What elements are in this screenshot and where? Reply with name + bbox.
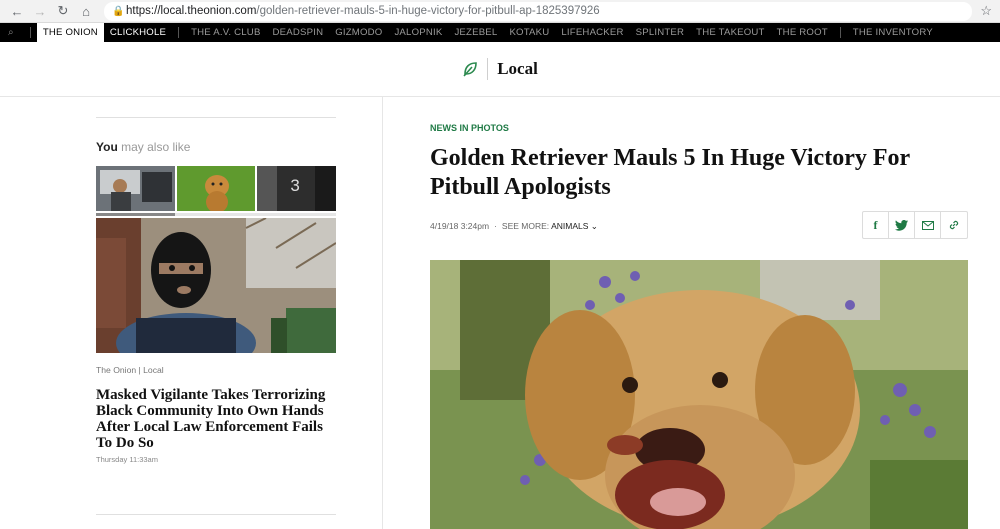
network-link-gizmodo[interactable]: GIZMODO xyxy=(329,27,388,38)
chevron-down-icon: ⌄ xyxy=(590,221,598,231)
featured-story-image[interactable] xyxy=(96,218,336,353)
article-meta-row: 4/19/18 3:24pm · See More: Animals ⌄ f xyxy=(430,211,970,244)
logo-divider xyxy=(487,58,489,80)
url-host: https://local.theonion.com xyxy=(126,5,257,17)
url-path: /golden-retriever-mauls-5-in-huge-victor… xyxy=(256,5,600,17)
meta-separator: · xyxy=(494,221,497,231)
sidebar: You may also like 3 The Onion | Local Ma… xyxy=(0,97,383,529)
featured-story-title[interactable]: Masked Vigilante Takes Terrorizing Black… xyxy=(96,387,336,451)
carousel-progress-fill xyxy=(96,213,176,216)
facebook-icon[interactable]: f xyxy=(863,212,889,238)
thumbnail-number: 3 xyxy=(290,176,300,195)
article-timestamp[interactable]: 4/19/18 3:24pm xyxy=(430,221,489,231)
network-link-kotaku[interactable]: KOTAKU xyxy=(503,27,555,38)
reload-icon[interactable]: ↻ xyxy=(54,2,72,20)
network-link-clickhole[interactable]: CLICKHOLE xyxy=(104,27,172,38)
thumbnail-dog[interactable] xyxy=(176,166,256,211)
article: News in Photos Golden Retriever Mauls 5 … xyxy=(430,97,970,529)
carousel-thumbnails: 3 xyxy=(96,166,337,211)
home-icon[interactable]: ⌂ xyxy=(77,2,95,20)
network-link-splinter[interactable]: SPLINTER xyxy=(630,27,691,38)
twitter-icon[interactable] xyxy=(889,212,915,238)
network-link-jezebel[interactable]: JEZEBEL xyxy=(448,27,503,38)
email-icon[interactable] xyxy=(915,212,941,238)
article-headline: Golden Retriever Mauls 5 In Huge Victory… xyxy=(430,145,910,200)
article-meta: 4/19/18 3:24pm · See More: Animals ⌄ xyxy=(430,221,598,232)
bookmark-star-icon[interactable]: ☆ xyxy=(980,3,992,19)
thumbnail-car[interactable] xyxy=(96,166,175,211)
divider xyxy=(96,514,336,515)
divider xyxy=(29,27,31,38)
back-icon[interactable]: ← xyxy=(8,2,26,20)
network-bar: ⌕ THE ONION CLICKHOLE THE A.V. CLUB DEAD… xyxy=(0,23,1000,42)
story-source[interactable]: The Onion | Local xyxy=(96,365,336,375)
see-more-label: See More: xyxy=(501,221,550,231)
section-logo-text[interactable]: Local xyxy=(497,59,538,79)
divider xyxy=(839,27,841,38)
article-kicker[interactable]: News in Photos xyxy=(430,123,970,133)
thumbnail-dark[interactable]: 3 xyxy=(257,166,337,211)
network-link-deadspin[interactable]: DEADSPIN xyxy=(267,27,330,38)
network-link-the-root[interactable]: THE ROOT xyxy=(771,27,834,38)
network-link-the-takeout[interactable]: THE TAKEOUT xyxy=(690,27,770,38)
recommendations-module: You may also like 3 The Onion | Local Ma… xyxy=(96,117,337,464)
divider xyxy=(96,117,336,118)
link-icon[interactable] xyxy=(941,212,967,238)
browser-toolbar: ← → ↻ ⌂ 🔒 https://local.theonion.com/gol… xyxy=(0,0,1000,23)
network-link-the-onion[interactable]: THE ONION xyxy=(36,23,104,42)
leaf-logo-icon[interactable] xyxy=(462,61,478,77)
forward-icon[interactable]: → xyxy=(31,2,49,20)
network-link-the-inventory[interactable]: THE INVENTORY xyxy=(847,27,939,38)
lock-icon: 🔒 xyxy=(112,5,125,17)
network-link-av-club[interactable]: THE A.V. CLUB xyxy=(185,27,266,38)
carousel-progress-bar[interactable] xyxy=(96,213,336,216)
divider xyxy=(178,27,180,38)
address-bar[interactable]: 🔒 https://local.theonion.com/golden-retr… xyxy=(104,1,973,21)
network-link-lifehacker[interactable]: LIFEHACKER xyxy=(555,27,629,38)
search-icon[interactable]: ⌕ xyxy=(8,27,14,38)
category-dropdown[interactable]: Animals ⌄ xyxy=(551,221,598,231)
may-also-like-bold: You xyxy=(96,140,118,154)
may-also-like-text: may also like xyxy=(121,140,191,154)
category-label: Animals xyxy=(551,221,589,231)
site-header: Local xyxy=(0,42,1000,97)
featured-story-time: Thursday 11:33am xyxy=(96,455,158,464)
page-content: You may also like 3 The Onion | Local Ma… xyxy=(0,97,1000,529)
share-tools: f xyxy=(862,211,968,239)
article-hero-image[interactable] xyxy=(430,260,968,529)
may-also-like-heading: You may also like xyxy=(96,140,336,154)
network-link-jalopnik[interactable]: JALOPNIK xyxy=(388,27,448,38)
